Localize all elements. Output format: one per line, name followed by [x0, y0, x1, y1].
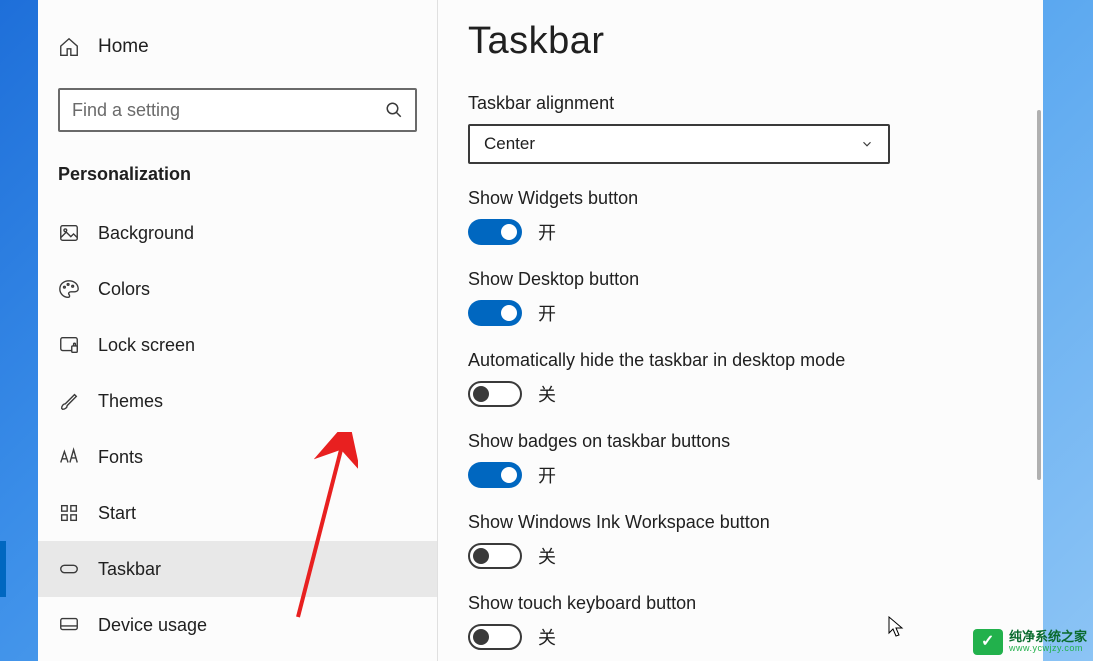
- widgets-group: Show Widgets button 开: [468, 188, 1013, 245]
- setting-label: Automatically hide the taskbar in deskto…: [468, 350, 1013, 371]
- sidebar-item-device-usage[interactable]: Device usage: [38, 597, 437, 653]
- setting-label: Show Windows Ink Workspace button: [468, 512, 1013, 533]
- ink-toggle[interactable]: [468, 543, 522, 569]
- sidebar-item-label: Background: [98, 223, 194, 244]
- search-input[interactable]: [72, 100, 385, 121]
- sidebar-item-taskbar[interactable]: Taskbar: [38, 541, 437, 597]
- setting-label: Show badges on taskbar buttons: [468, 431, 1013, 452]
- sidebar-item-start[interactable]: Start: [38, 485, 437, 541]
- alignment-group: Taskbar alignment Center: [468, 93, 1013, 164]
- start-icon: [58, 502, 80, 524]
- watermark-url: www.ycwjzy.com: [1009, 644, 1087, 654]
- touchkb-group: Show touch keyboard button 关: [468, 593, 1013, 650]
- toggle-state: 关: [538, 543, 556, 569]
- setting-label: Show touch keyboard button: [468, 593, 1013, 614]
- toggle-state: 关: [538, 381, 556, 407]
- setting-label: Show Desktop button: [468, 269, 1013, 290]
- badges-group: Show badges on taskbar buttons 开: [468, 431, 1013, 488]
- sidebar-item-colors[interactable]: Colors: [38, 261, 437, 317]
- palette-icon: [58, 278, 80, 300]
- home-icon: [58, 36, 80, 58]
- sidebar-item-label: Themes: [98, 391, 163, 412]
- home-label: Home: [98, 36, 149, 58]
- category-title: Personalization: [38, 150, 437, 205]
- sidebar-item-label: Start: [98, 503, 136, 524]
- widgets-toggle[interactable]: [468, 219, 522, 245]
- autohide-group: Automatically hide the taskbar in deskto…: [468, 350, 1013, 407]
- sidebar-item-fonts[interactable]: Fonts: [38, 429, 437, 485]
- content-area: Taskbar Taskbar alignment Center Show Wi…: [438, 0, 1043, 661]
- ink-group: Show Windows Ink Workspace button 关: [468, 512, 1013, 569]
- toggle-state: 开: [538, 219, 556, 245]
- sidebar-item-label: Colors: [98, 279, 150, 300]
- toggle-state: 关: [538, 624, 556, 650]
- scrollbar[interactable]: [1037, 110, 1041, 480]
- search-box[interactable]: [58, 88, 417, 132]
- sidebar-item-themes[interactable]: Themes: [38, 373, 437, 429]
- desktop-group: Show Desktop button 开: [468, 269, 1013, 326]
- device-icon: [58, 614, 80, 636]
- sidebar-item-label: Taskbar: [98, 559, 161, 580]
- sidebar-item-label: Lock screen: [98, 335, 195, 356]
- alignment-dropdown[interactable]: Center: [468, 124, 890, 164]
- sidebar: Home Personalization Background Colors: [38, 0, 438, 661]
- watermark: 纯净系统之家 www.ycwjzy.com: [973, 629, 1087, 655]
- settings-window: Home Personalization Background Colors: [38, 0, 1043, 661]
- chevron-down-icon: [860, 137, 874, 151]
- home-nav[interactable]: Home: [38, 28, 437, 76]
- alignment-value: Center: [484, 134, 535, 154]
- search-icon: [385, 101, 403, 119]
- watermark-title: 纯净系统之家: [1009, 630, 1087, 644]
- brush-icon: [58, 390, 80, 412]
- sidebar-item-background[interactable]: Background: [38, 205, 437, 261]
- touchkb-toggle[interactable]: [468, 624, 522, 650]
- sidebar-item-label: Fonts: [98, 447, 143, 468]
- image-icon: [58, 222, 80, 244]
- toggle-state: 开: [538, 462, 556, 488]
- sidebar-item-label: Device usage: [98, 615, 207, 636]
- toggle-state: 开: [538, 300, 556, 326]
- lock-screen-icon: [58, 334, 80, 356]
- sidebar-item-lockscreen[interactable]: Lock screen: [38, 317, 437, 373]
- badges-toggle[interactable]: [468, 462, 522, 488]
- watermark-badge-icon: [973, 629, 1003, 655]
- font-icon: [58, 446, 80, 468]
- setting-label: Show Widgets button: [468, 188, 1013, 209]
- autohide-toggle[interactable]: [468, 381, 522, 407]
- alignment-label: Taskbar alignment: [468, 93, 1013, 114]
- taskbar-icon: [58, 558, 80, 580]
- page-title: Taskbar: [468, 20, 1013, 63]
- desktop-toggle[interactable]: [468, 300, 522, 326]
